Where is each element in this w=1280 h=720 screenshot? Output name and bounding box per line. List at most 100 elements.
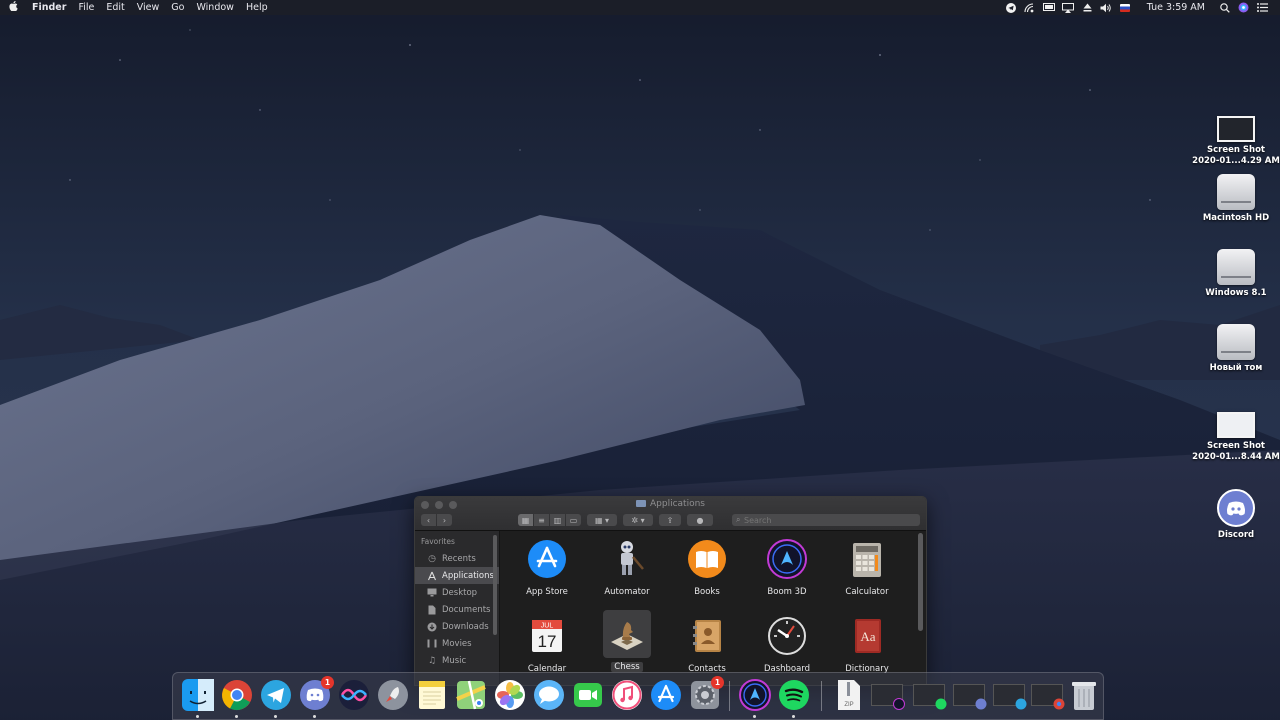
tag-icon[interactable]: ●	[687, 514, 713, 526]
back-button[interactable]: ‹	[421, 514, 436, 526]
icon-view-button[interactable]: ▦	[518, 514, 533, 526]
dock-itunes[interactable]	[611, 679, 643, 711]
airplay-icon[interactable]	[1059, 0, 1078, 15]
share-icon[interactable]: ⇪	[659, 514, 681, 526]
menu-go[interactable]: Go	[165, 2, 190, 13]
dock-minimized-boom[interactable]	[871, 679, 905, 711]
display-icon[interactable]	[1040, 0, 1059, 15]
dock-spotify[interactable]	[778, 679, 810, 718]
app-label: Books	[694, 587, 720, 597]
sidebar-item-desktop[interactable]: Desktop	[415, 584, 499, 601]
notification-center-icon[interactable]	[1253, 0, 1272, 15]
hard-drive-icon	[1217, 249, 1255, 285]
dock-messages[interactable]	[533, 679, 565, 711]
app-label: Chess	[611, 662, 643, 672]
desktop-icon-label: Screen Shot	[1207, 441, 1265, 451]
menu-app-name[interactable]: Finder	[26, 2, 72, 13]
grid-scrollbar[interactable]	[918, 533, 923, 631]
desktop-icon-sublabel: 2020-01...8.44 AM	[1192, 451, 1280, 462]
desktop-icon-label: Новый том	[1209, 363, 1263, 373]
app-tile-contacts[interactable]: Contacts	[669, 614, 745, 674]
dock-telegram[interactable]	[260, 679, 292, 718]
desktop-screenshot-1[interactable]: Screen Shot 2020-01...4.29 AM	[1188, 100, 1280, 166]
group-by-button[interactable]: ▦ ▾	[587, 514, 617, 526]
app-tile-app-store[interactable]: App Store	[509, 537, 585, 597]
sidebar-item-downloads[interactable]: Downloads	[415, 618, 499, 635]
menu-edit[interactable]: Edit	[100, 2, 130, 13]
finder-titlebar[interactable]: Applications ‹ › ▦ ≡ ▥ ▭ ▦ ▾ ✲ ▾ ⇪ ● ⌕	[415, 497, 926, 531]
dock-discord[interactable]: 1	[299, 676, 334, 718]
dock-notes[interactable]	[416, 679, 448, 711]
dock-maps[interactable]	[455, 679, 487, 711]
sidebar-item-applications[interactable]: Applications	[415, 567, 499, 584]
finder-search-input[interactable]	[732, 514, 920, 526]
desktop-new-volume[interactable]: Новый том	[1188, 320, 1280, 374]
menu-view[interactable]: View	[131, 2, 166, 13]
dock-launchpad[interactable]	[377, 679, 409, 711]
app-tile-calculator[interactable]: Calculator	[829, 537, 905, 597]
nav-buttons: ‹ ›	[421, 514, 452, 526]
action-gear-icon[interactable]: ✲ ▾	[623, 514, 653, 526]
dock-facetime[interactable]	[572, 679, 604, 711]
desktop-macintosh-hd[interactable]: Macintosh HD	[1188, 170, 1280, 224]
apple-menu-icon[interactable]	[0, 1, 26, 14]
search-icon: ⌕	[736, 515, 741, 524]
boom-3d-icon	[739, 679, 771, 711]
menu-window[interactable]: Window	[190, 2, 239, 13]
sidebar-item-recents[interactable]: ◷ Recents	[415, 550, 499, 567]
window-title: Applications	[415, 499, 926, 509]
app-tile-boom-3d[interactable]: Boom 3D	[749, 537, 825, 597]
document-icon	[427, 605, 437, 615]
dock-app-store[interactable]	[650, 679, 682, 711]
discord-icon	[975, 698, 987, 710]
menu-help[interactable]: Help	[240, 2, 274, 13]
desktop-screenshot-2[interactable]: Screen Shot 2020-01...8.44 AM	[1188, 398, 1280, 462]
status-area: Tue 3:59 AM	[1002, 0, 1280, 15]
app-store-icon	[525, 537, 569, 581]
dock-system-preferences[interactable]: 1	[689, 676, 724, 711]
finder-icon	[182, 679, 214, 711]
dock-zip-archive[interactable]: ZIP	[833, 679, 865, 711]
dock-minimized-spotify[interactable]	[913, 679, 947, 711]
dock-minimized-telegram[interactable]	[993, 679, 1027, 711]
minimized-window-icon	[1031, 684, 1065, 710]
dock-minimized-discord[interactable]	[953, 679, 987, 711]
sidebar-item-movies[interactable]: Movies	[415, 635, 499, 652]
dock-trash[interactable]	[1068, 679, 1100, 711]
menu-file[interactable]: File	[72, 2, 100, 13]
desktop-windows-drive[interactable]: Windows 8.1	[1188, 245, 1280, 299]
eject-icon[interactable]	[1078, 0, 1097, 15]
list-view-button[interactable]: ≡	[534, 514, 549, 526]
sidebar-item-documents[interactable]: Documents	[415, 601, 499, 618]
forward-button[interactable]: ›	[437, 514, 452, 526]
input-flag-icon[interactable]	[1116, 0, 1135, 15]
telegram-status-icon[interactable]	[1002, 0, 1021, 15]
music-note-icon: ♫	[427, 655, 437, 666]
dock-minimized-chrome[interactable]	[1031, 679, 1065, 711]
dock-finder[interactable]	[182, 679, 214, 718]
menu-clock[interactable]: Tue 3:59 AM	[1135, 2, 1215, 13]
volume-icon[interactable]	[1097, 0, 1116, 15]
wifi-signal-icon[interactable]	[1021, 0, 1040, 15]
running-indicator	[313, 715, 316, 718]
app-tile-books[interactable]: Books	[669, 537, 745, 597]
app-tile-dashboard[interactable]: Dashboard	[749, 614, 825, 674]
search-icon[interactable]	[1215, 0, 1234, 15]
siri-icon[interactable]	[1234, 0, 1253, 15]
app-tile-automator[interactable]: Automator	[589, 537, 665, 597]
dock-boom-3d[interactable]	[739, 679, 771, 718]
gallery-view-button[interactable]: ▭	[566, 514, 581, 526]
dock-chrome[interactable]	[221, 679, 253, 718]
app-tile-dictionary[interactable]: Aa Dictionary	[829, 614, 905, 674]
column-view-button[interactable]: ▥	[550, 514, 565, 526]
desktop-discord[interactable]: Discord	[1188, 485, 1280, 541]
sidebar-scrollbar[interactable]	[493, 535, 497, 635]
app-store-icon	[651, 680, 681, 710]
dock-siri[interactable]	[338, 679, 370, 711]
chrome-icon	[1053, 698, 1065, 710]
app-tile-calendar[interactable]: JUL 17 Calendar	[509, 614, 585, 674]
sidebar-item-music[interactable]: ♫ Music	[415, 652, 499, 669]
dock-photos[interactable]	[494, 679, 526, 711]
app-tile-chess[interactable]: Chess	[589, 610, 665, 672]
chess-icon	[603, 610, 651, 658]
